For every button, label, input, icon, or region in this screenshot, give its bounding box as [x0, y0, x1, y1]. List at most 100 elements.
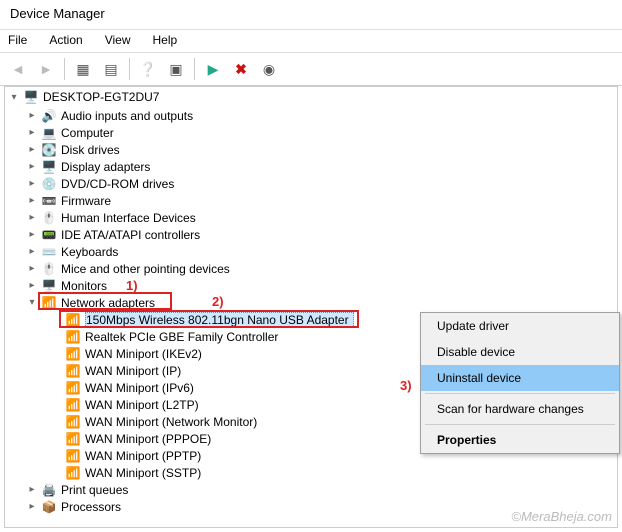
device-label: Realtek PCIe GBE Family Controller: [85, 330, 278, 344]
computer-icon: 💻: [41, 125, 57, 141]
display-icon: 🖥️: [41, 159, 57, 175]
menubar: File Action View Help: [0, 30, 622, 52]
category-hid[interactable]: ▸ 🖱️ Human Interface Devices: [25, 209, 617, 226]
show-hidden-button[interactable]: ▦: [71, 57, 95, 81]
category-network[interactable]: ▾ 📶 Network adapters: [25, 294, 617, 311]
category-label: Computer: [61, 126, 114, 140]
firmware-icon: 📼: [41, 193, 57, 209]
device-label: WAN Miniport (Network Monitor): [85, 415, 257, 429]
category-computer[interactable]: ▸ 💻 Computer: [25, 124, 617, 141]
network-adapter-icon: 📶: [65, 397, 81, 413]
expand-icon[interactable]: ▸: [27, 144, 37, 155]
cm-disable-device[interactable]: Disable device: [421, 339, 619, 365]
cm-separator: [425, 393, 615, 394]
collapse-icon[interactable]: ▾: [9, 92, 19, 103]
menu-help[interactable]: Help: [149, 32, 182, 50]
network-adapter-icon: 📶: [65, 414, 81, 430]
expand-icon[interactable]: ▸: [27, 484, 37, 495]
cm-uninstall-device[interactable]: Uninstall device: [421, 365, 619, 391]
audio-icon: 🔊: [41, 108, 57, 124]
category-label: Monitors: [61, 279, 107, 293]
network-device[interactable]: 📶WAN Miniport (SSTP): [63, 464, 617, 481]
disk-icon: 💽: [41, 142, 57, 158]
watermark: ©MeraBheja.com: [511, 509, 612, 524]
category-monitor[interactable]: ▸🖥️Monitors: [25, 277, 617, 294]
category-mouse[interactable]: ▸ 🖱️ Mice and other pointing devices: [25, 260, 617, 277]
context-menu: Update driver Disable device Uninstall d…: [420, 312, 620, 454]
device-label: WAN Miniport (SSTP): [85, 466, 201, 480]
menu-view[interactable]: View: [101, 32, 135, 50]
category-ide[interactable]: ▸📟IDE ATA/ATAPI controllers: [25, 226, 617, 243]
network-adapter-icon: 📶: [65, 329, 81, 345]
print-icon: 🖨️: [41, 482, 57, 498]
cm-separator: [425, 424, 615, 425]
menu-action[interactable]: Action: [45, 32, 86, 50]
annotation-1: 1): [126, 278, 138, 293]
device-label: WAN Miniport (L2TP): [85, 398, 199, 412]
network-adapter-icon: 📶: [65, 346, 81, 362]
network-adapter-icon: 📶: [65, 312, 81, 328]
device-label: WAN Miniport (IPv6): [85, 381, 194, 395]
root-label: DESKTOP-EGT2DU7: [43, 90, 159, 104]
device-manager-window: Device Manager File Action View Help ◄ ►…: [0, 0, 622, 532]
expand-icon[interactable]: ▸: [27, 161, 37, 172]
device-label: WAN Miniport (IP): [85, 364, 181, 378]
cm-scan-hardware[interactable]: Scan for hardware changes: [421, 396, 619, 422]
category-dvd[interactable]: ▸💿DVD/CD-ROM drives: [25, 175, 617, 192]
category-audio[interactable]: ▸ 🔊 Audio inputs and outputs: [25, 107, 617, 124]
mouse-icon: 🖱️: [41, 261, 57, 277]
cpu-icon: 📦: [41, 499, 57, 515]
cm-update-driver[interactable]: Update driver: [421, 313, 619, 339]
category-label: Audio inputs and outputs: [61, 109, 193, 123]
back-button: ◄: [6, 57, 30, 81]
expand-icon[interactable]: ▸: [27, 212, 37, 223]
category-disk[interactable]: ▸ 💽 Disk drives: [25, 141, 617, 158]
properties-button[interactable]: ▤: [99, 57, 123, 81]
menu-file[interactable]: File: [4, 32, 31, 50]
expand-icon[interactable]: ▸: [27, 127, 37, 138]
category-print[interactable]: ▸ 🖨️ Print queues: [25, 481, 617, 498]
expand-icon[interactable]: ▸: [27, 280, 37, 291]
network-adapter-icon: 📶: [65, 380, 81, 396]
category-label: Mice and other pointing devices: [61, 262, 230, 276]
expand-icon[interactable]: ▸: [27, 229, 37, 240]
tree-root[interactable]: ▾ 🖥️ DESKTOP-EGT2DU7: [5, 87, 617, 107]
expand-icon[interactable]: ▸: [27, 246, 37, 257]
category-label: Print queues: [61, 483, 128, 497]
cm-properties[interactable]: Properties: [421, 427, 619, 453]
expand-icon[interactable]: ▸: [27, 195, 37, 206]
device-label: 150Mbps Wireless 802.11bgn Nano USB Adap…: [85, 312, 354, 328]
network-icon: 📶: [41, 295, 57, 311]
hid-icon: 🖱️: [41, 210, 57, 226]
category-display[interactable]: ▸ 🖥️ Display adapters: [25, 158, 617, 175]
category-label: Display adapters: [61, 160, 150, 174]
device-tree[interactable]: ▾ 🖥️ DESKTOP-EGT2DU7 ▸ 🔊 Audio inputs and …: [4, 86, 618, 528]
expand-icon[interactable]: ▸: [27, 110, 37, 121]
update-driver-icon[interactable]: ▶: [201, 57, 225, 81]
enable-icon[interactable]: ◉: [257, 57, 281, 81]
uninstall-icon[interactable]: ✖: [229, 57, 253, 81]
category-label: Network adapters: [61, 296, 155, 310]
collapse-icon[interactable]: ▾: [27, 297, 37, 308]
keyboard-icon: ⌨️: [41, 244, 57, 260]
category-firmware[interactable]: ▸ 📼 Firmware: [25, 192, 617, 209]
toolbar: ◄ ► ▦ ▤ ❔ ▣ ▶ ✖ ◉: [0, 52, 622, 86]
category-label: Disk drives: [61, 143, 120, 157]
device-label: WAN Miniport (PPTP): [85, 449, 201, 463]
category-keyboard[interactable]: ▸⌨️Keyboards: [25, 243, 617, 260]
annotation-3: 3): [400, 378, 412, 393]
network-adapter-icon: 📶: [65, 431, 81, 447]
category-label: Processors: [61, 500, 121, 514]
expand-icon[interactable]: ▸: [27, 178, 37, 189]
window-title: Device Manager: [0, 0, 622, 30]
annotation-2: 2): [212, 294, 224, 309]
category-label: Firmware: [61, 194, 111, 208]
category-label: IDE ATA/ATAPI controllers: [61, 228, 200, 242]
category-label: DVD/CD-ROM drives: [61, 177, 174, 191]
category-label: Human Interface Devices: [61, 211, 196, 225]
scan-button[interactable]: ▣: [164, 57, 188, 81]
device-label: WAN Miniport (IKEv2): [85, 347, 202, 361]
expand-icon[interactable]: ▸: [27, 263, 37, 274]
help-button[interactable]: ❔: [136, 57, 160, 81]
expand-icon[interactable]: ▸: [27, 501, 37, 512]
